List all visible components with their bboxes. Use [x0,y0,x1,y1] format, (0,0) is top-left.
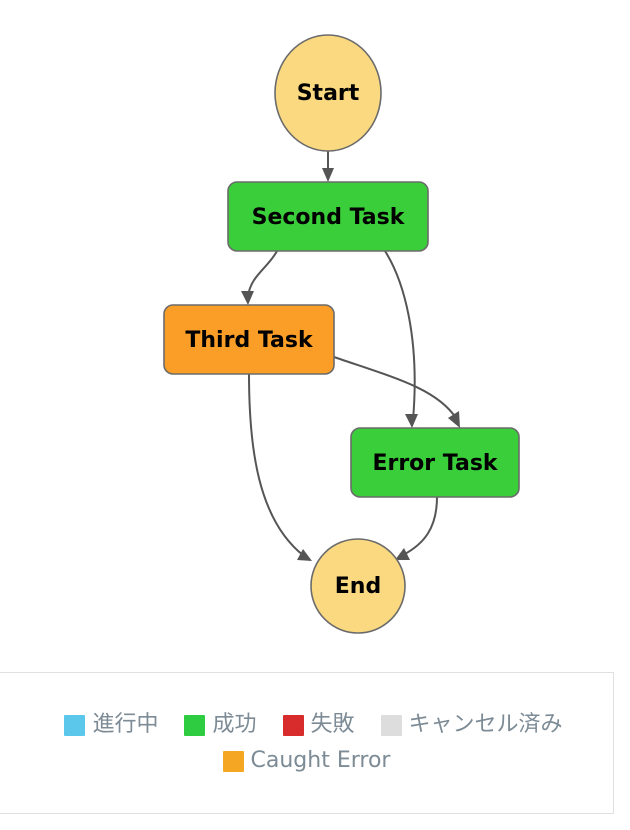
node-third-task-shape[interactable] [163,304,335,375]
graph-nodes: Start Second Task Third Task Error Task [163,34,520,634]
workflow-graph-page: Start Second Task Third Task Error Task [0,0,630,830]
legend-row-statuses: 進行中 成功 失敗 キャンセル済み [50,712,563,737]
node-third-task[interactable]: Third Task [163,304,335,375]
legend-label-success: 成功 [212,712,257,737]
node-start[interactable]: Start [274,34,382,152]
node-end[interactable]: End [310,538,406,634]
legend-swatch-in-progress-icon [64,714,86,736]
legend-label-in-progress: 進行中 [92,712,159,737]
edge-error-to-end [395,496,438,560]
node-start-shape[interactable] [274,34,382,152]
legend-item-success[interactable]: 成功 [184,712,257,737]
legend-swatch-cancelled-icon [380,714,402,736]
legend-item-in-progress[interactable]: 進行中 [64,714,158,736]
legend-item-failure[interactable]: 失敗 [282,712,355,737]
legend-label-caught-error: Caught Error [250,748,391,773]
legend-row-caught-error: Caught Error [222,748,391,773]
edge-third-to-error [333,356,460,428]
legend-item-cancelled[interactable]: キャンセル済み [380,712,563,737]
legend-label-cancelled: キャンセル済み [408,712,563,737]
node-error-task[interactable]: Error Task [350,427,520,498]
legend-panel: 進行中 成功 失敗 キャンセル済み Caught Error [0,672,614,814]
node-end-shape[interactable] [310,538,406,634]
legend-swatch-caught-error-icon [222,750,244,772]
edge-start-to-second [322,151,334,182]
edge-second-to-error [384,250,418,428]
node-second-task-shape[interactable] [227,181,429,252]
edge-third-to-end [248,373,312,561]
graph-canvas: Start Second Task Third Task Error Task [0,0,630,668]
legend-swatch-failure-icon [282,714,304,736]
node-error-task-shape[interactable] [350,427,520,498]
edge-second-to-third [241,250,278,305]
legend-swatch-success-icon [184,714,206,736]
legend-label-failure: 失敗 [310,712,355,737]
node-second-task[interactable]: Second Task [227,181,429,252]
legend-item-caught-error[interactable]: Caught Error [222,748,391,773]
